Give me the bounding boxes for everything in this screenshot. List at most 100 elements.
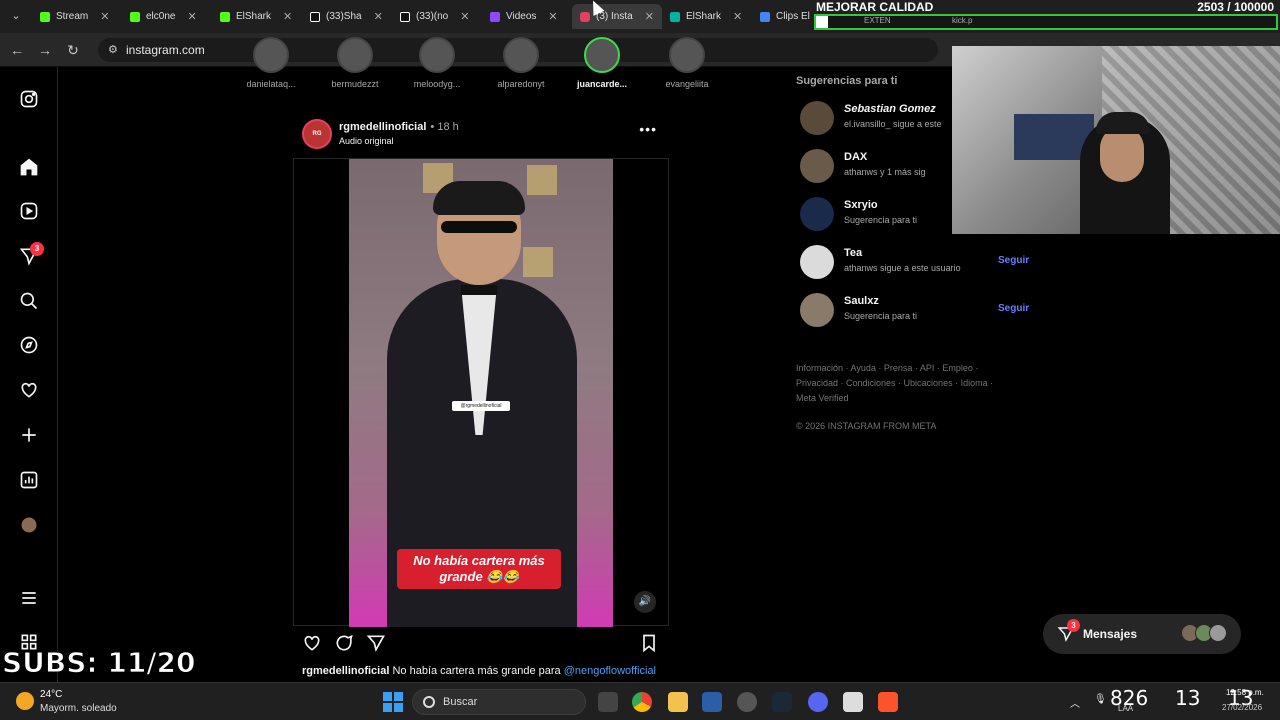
suggestions-header: Sugerencias para ti	[796, 75, 898, 87]
suggestion-avatar[interactable]	[800, 293, 834, 327]
footer-line[interactable]: Información · Ayuda · Prensa · API · Emp…	[796, 361, 1016, 376]
suggestion-avatar[interactable]	[800, 245, 834, 279]
reels-icon[interactable]	[19, 201, 39, 221]
tab-clips[interactable]: Clips El	[752, 4, 818, 29]
follow-button[interactable]: Seguir	[998, 303, 1029, 314]
tab-tiktok-1[interactable]: (33)Sha ✕	[302, 4, 391, 29]
caption-mention[interactable]: @nengoflowofficial	[564, 665, 656, 677]
follow-button[interactable]: Seguir	[998, 255, 1029, 266]
story-avatar	[503, 37, 539, 73]
site-info-icon[interactable]: ⚙	[108, 43, 118, 56]
suggestion-name[interactable]: Sxryio	[844, 199, 878, 211]
suggestion-item: Saulxz Sugerencia para ti Seguir	[800, 291, 1030, 331]
more-options-icon[interactable]: •••	[639, 121, 657, 137]
heart-icon[interactable]	[19, 380, 39, 400]
close-icon[interactable]: ✕	[460, 10, 469, 23]
post-video[interactable]: @rgmedellinoficial No había cartera más …	[293, 158, 669, 627]
bookmark-icon[interactable]	[639, 633, 661, 655]
tab-elshark[interactable]: ElShark ✕	[212, 4, 300, 29]
menu-icon[interactable]	[19, 588, 39, 608]
weather-icon[interactable]	[16, 692, 34, 710]
suggestion-avatar[interactable]	[800, 197, 834, 231]
chrome-icon[interactable]	[632, 692, 652, 712]
close-icon[interactable]: ✕	[283, 10, 292, 23]
story-name: evangeliita	[665, 79, 709, 89]
capcut-icon[interactable]	[843, 692, 863, 712]
footer-line[interactable]: Privacidad · Condiciones · Ubicaciones ·…	[796, 376, 1016, 391]
file-explorer-icon[interactable]	[668, 692, 688, 712]
brave-icon[interactable]	[878, 692, 898, 712]
app-icon[interactable]	[702, 692, 722, 712]
weather-desc[interactable]: Mayorm. soleado	[40, 703, 117, 714]
suggestion-name[interactable]: Sebastian Gomez	[844, 103, 936, 115]
home-icon[interactable]	[19, 157, 39, 177]
system-date[interactable]: 27/02/2026	[1222, 703, 1262, 712]
reload-button[interactable]: ↻	[64, 41, 82, 59]
close-icon[interactable]: ✕	[374, 10, 383, 23]
obs-icon[interactable]	[737, 692, 757, 712]
kick-icon	[220, 11, 230, 22]
close-icon[interactable]: ✕	[733, 10, 742, 23]
suggestion-avatar[interactable]	[800, 149, 834, 183]
taskbar-search[interactable]: Buscar	[412, 689, 586, 715]
story-avatar	[584, 37, 620, 73]
suggestion-name[interactable]: Saulxz	[844, 295, 879, 307]
story-avatar	[419, 37, 455, 73]
footer-line[interactable]: Meta Verified	[796, 391, 1016, 406]
post-caption: rgmedellinoficial No había cartera más g…	[302, 665, 656, 677]
suggestion-reason: athanws sigue a este usuario	[844, 263, 961, 273]
instagram-logo-icon[interactable]	[19, 89, 39, 109]
post-username[interactable]: rgmedellinoficial	[339, 121, 426, 133]
suggestion-reason: Sugerencia para ti	[844, 311, 918, 321]
discord-icon[interactable]	[808, 692, 828, 712]
close-icon[interactable]: ✕	[548, 10, 557, 23]
post-author-avatar[interactable]: RG	[302, 119, 332, 149]
post-actions	[293, 633, 669, 657]
tab-tiktok-2[interactable]: (33)(no ✕	[392, 4, 477, 29]
webcam-cap	[1096, 112, 1150, 134]
suggestion-reason: Sugerencia para ti	[844, 215, 918, 225]
language-indicator[interactable]: LAA	[1118, 704, 1133, 713]
chevron-up-icon[interactable]: ︿	[1070, 695, 1080, 710]
windows-start-icon[interactable]	[383, 692, 403, 712]
tab-elshark-2[interactable]: ElShark ✕	[662, 4, 750, 29]
suggestion-item: Tea athanws sigue a este usuario Seguir	[800, 243, 1030, 283]
create-icon[interactable]	[19, 425, 39, 445]
post-time: • 18 h	[430, 121, 459, 133]
comment-icon[interactable]	[334, 633, 356, 655]
close-icon[interactable]: ✕	[100, 10, 109, 23]
suggestion-avatar[interactable]	[800, 101, 834, 135]
steam-icon[interactable]	[772, 692, 792, 712]
tab-search-icon[interactable]: ⌄	[6, 6, 26, 26]
caption-username[interactable]: rgmedellinoficial	[302, 665, 389, 677]
tab-stream[interactable]: Stream ✕	[32, 4, 117, 29]
webcam-face	[1100, 126, 1144, 182]
search-icon[interactable]	[19, 291, 39, 311]
tab-videos[interactable]: Videos ✕	[482, 4, 566, 29]
dashboard-icon[interactable]	[19, 470, 39, 490]
system-time[interactable]: 12:58 p.m.	[1226, 688, 1264, 697]
forward-button[interactable]: →	[36, 41, 54, 59]
back-button[interactable]: ←	[8, 41, 26, 59]
share-icon[interactable]	[366, 633, 388, 655]
tab-label: (3) Insta	[596, 11, 633, 22]
post-audio-link[interactable]: Audio original	[339, 136, 394, 146]
suggestion-name[interactable]: Tea	[844, 247, 862, 259]
story-name: meloodyg...	[413, 79, 461, 89]
like-icon[interactable]	[302, 633, 324, 655]
microphone-icon[interactable]: 🎙	[1094, 694, 1107, 705]
close-icon[interactable]: ✕	[645, 10, 654, 23]
explore-icon[interactable]	[19, 335, 39, 355]
task-view-icon[interactable]	[598, 692, 618, 712]
video-tag: @rgmedellinoficial	[452, 401, 510, 411]
suggestion-name[interactable]: DAX	[844, 151, 867, 163]
profile-avatar[interactable]	[19, 515, 39, 535]
weather-temp[interactable]: 24°C	[40, 689, 62, 700]
messages-button[interactable]: 3 Mensajes	[1043, 614, 1241, 654]
story-avatar	[337, 37, 373, 73]
tiktok-icon	[400, 11, 410, 22]
tab-elc0ne[interactable]: elc0ne ✕	[122, 4, 205, 29]
mute-icon[interactable]: 🔊	[634, 591, 656, 613]
close-icon[interactable]: ✕	[187, 10, 196, 23]
tab-instagram[interactable]: (3) Insta ✕	[572, 4, 662, 29]
